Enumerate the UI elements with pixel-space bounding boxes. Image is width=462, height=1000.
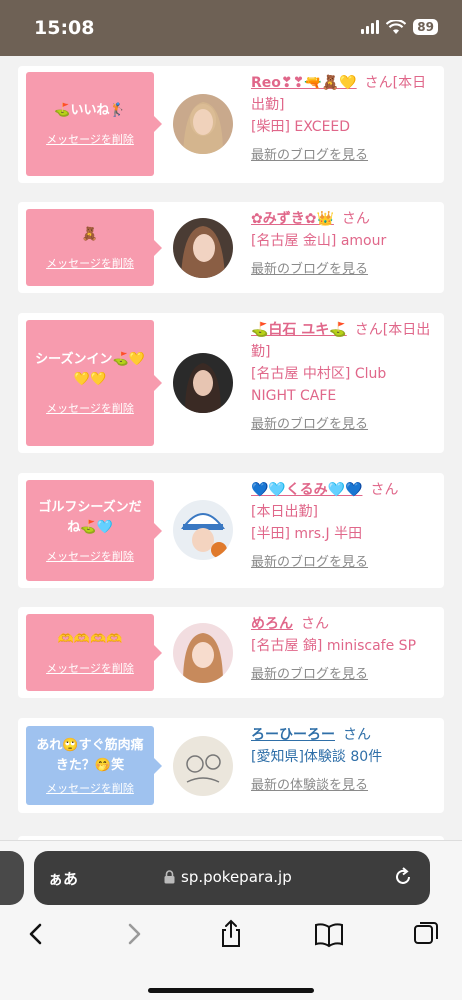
home-indicator [148,988,314,993]
honorific: さん [301,616,329,632]
profile-info: ✿みずき✿👑 さん [名古屋 金山] amour 最新のブログを見る [251,208,431,277]
message-bubble: 🫶🫶🫶🫶 メッセージを削除 [26,614,162,691]
tabs-icon[interactable] [412,919,440,949]
status-bar: 15:08 89 [0,0,462,56]
text-size-button[interactable]: ぁあ [48,868,78,889]
message-feed[interactable]: ⛳いいね🏌 メッセージを削除 Reo❣❣🔫🧸💛 さん [本日出勤] [柴田] EXC… [0,56,462,840]
latest-blog-link[interactable]: 最新のブログを見る [251,144,368,163]
message-bubble: あれ🙄すぐ筋肉痛きた？🤭笑 メッセージを削除 [26,726,162,805]
share-icon[interactable] [217,919,245,949]
message-card: ゴルフシーズンだね⛳🩵 メッセージを削除 💙🩵くるみ🩵💙 さん [本日出勤] [半… [18,473,444,588]
status-label: [本日出勤] [251,504,318,520]
avatar[interactable] [173,736,233,796]
address-bar[interactable]: ぁあ sp.pokepara.jp [34,851,430,905]
message-card: あれ🙄すぐ筋肉痛きた？🤭笑 メッセージを削除 ろーひーろー さん [愛知県]体験談… [18,718,444,813]
profile-name-link[interactable]: めろん [251,616,293,632]
profile-info: Reo❣❣🔫🧸💛 さん[本日出勤] [柴田] EXCEED 最新のブログを見る [251,72,431,163]
shop-area: [半田] mrs.J 半田 [251,526,363,542]
message-text: ⛳いいね🏌 [54,103,126,118]
honorific: さん [370,482,399,498]
delete-message-link[interactable]: メッセージを削除 [46,548,134,564]
profile-name-link[interactable]: 💙🩵くるみ🩵💙 [251,482,362,498]
wifi-icon [386,19,407,34]
message-bubble: シーズンイン⛳💛💛💛 メッセージを削除 [26,320,162,446]
latest-blog-link[interactable]: 最新のブログを見る [251,258,368,277]
profile-info: ろーひーろー さん [愛知県]体験談 80件 最新の体験談を見る [251,724,431,793]
url-display[interactable]: sp.pokepara.jp [164,868,292,886]
message-text: 🧸 [81,226,99,242]
profile-name-link[interactable]: ⛳白石 ユキ⛳ [251,322,347,338]
delete-message-link[interactable]: メッセージを削除 [46,660,134,676]
avatar[interactable] [173,623,233,683]
bookmarks-icon[interactable] [313,919,345,949]
lock-icon [164,870,175,884]
delete-message-link[interactable]: メッセージを削除 [46,400,134,416]
honorific: さん [341,211,370,227]
avatar[interactable] [173,94,233,154]
message-card: シーズンイン⛳💛💛💛 メッセージを削除 ⛳白石 ユキ⛳ さん[本日出勤] [名古屋… [18,313,444,453]
latest-blog-link[interactable]: 最新のブログを見る [251,413,368,432]
latest-blog-link[interactable]: 最新のブログを見る [251,663,368,682]
shop-area: [名古屋 中村区] Club NIGHT CAFE [251,366,387,404]
message-text: ゴルフシーズンだね⛳🩵 [38,499,142,535]
status-time: 15:08 [34,17,95,39]
shop-area: [愛知県]体験談 80件 [251,749,383,765]
browser-toolbar [0,919,462,959]
avatar[interactable] [173,500,233,560]
latest-blog-link[interactable]: 最新のブログを見る [251,551,368,570]
honorific: さん [364,75,393,91]
profile-info: 💙🩵くるみ🩵💙 さん [本日出勤] [半田] mrs.J 半田 最新のブログを見る [251,479,431,570]
profile-info: めろん さん [名古屋 錦] miniscafe SP 最新のブログを見る [251,613,431,682]
browser-bottom-bar: ぁあ sp.pokepara.jp [0,840,462,1000]
latest-review-link[interactable]: 最新の体験談を見る [251,774,368,793]
avatar[interactable] [173,218,233,278]
status-icons: 89 [361,19,438,35]
delete-message-link[interactable]: メッセージを削除 [46,255,134,271]
profile-name-link[interactable]: Reo❣❣🔫🧸💛 [251,75,357,91]
profile-info: ⛳白石 ユキ⛳ さん[本日出勤] [名古屋 中村区] Club NIGHT CAF… [251,319,431,432]
profile-name-link[interactable]: ✿みずき✿👑 [251,211,334,227]
message-text: シーズンイン⛳💛💛💛 [35,352,145,387]
shop-area: [柴田] EXCEED [251,119,351,135]
message-bubble: ゴルフシーズンだね⛳🩵 メッセージを削除 [26,480,162,581]
url-text: sp.pokepara.jp [181,868,292,886]
message-card: ⛳いいね🏌 メッセージを削除 Reo❣❣🔫🧸💛 さん[本日出勤] [柴田] EXC… [18,66,444,183]
honorific: さん [343,727,371,743]
message-text: 🫶🫶🫶🫶 [57,631,123,647]
avatar[interactable] [173,353,233,413]
reload-icon[interactable] [392,866,414,888]
delete-message-link[interactable]: メッセージを削除 [46,131,134,147]
shop-area: [名古屋 錦] miniscafe SP [251,638,417,654]
forward-icon[interactable] [120,919,148,949]
message-bubble: ⛳いいね🏌 メッセージを削除 [26,72,162,176]
profile-name-link[interactable]: ろーひーろー [251,727,335,743]
shop-area: [名古屋 金山] amour [251,233,387,249]
message-card: 🫶🫶🫶🫶 メッセージを削除 めろん さん [名古屋 錦] miniscafe SP… [18,607,444,698]
honorific: さん [354,322,383,338]
previous-tab[interactable] [0,851,24,905]
back-icon[interactable] [22,919,50,949]
message-bubble: 🧸 メッセージを削除 [26,209,162,286]
message-text: あれ🙄すぐ筋肉痛きた？🤭笑 [36,737,144,773]
delete-message-link[interactable]: メッセージを削除 [46,780,134,796]
signal-icon [361,20,380,34]
battery-icon: 89 [413,19,438,35]
message-card: 🧸 メッセージを削除 ✿みずき✿👑 さん [名古屋 金山] amour 最新のブロ… [18,202,444,293]
